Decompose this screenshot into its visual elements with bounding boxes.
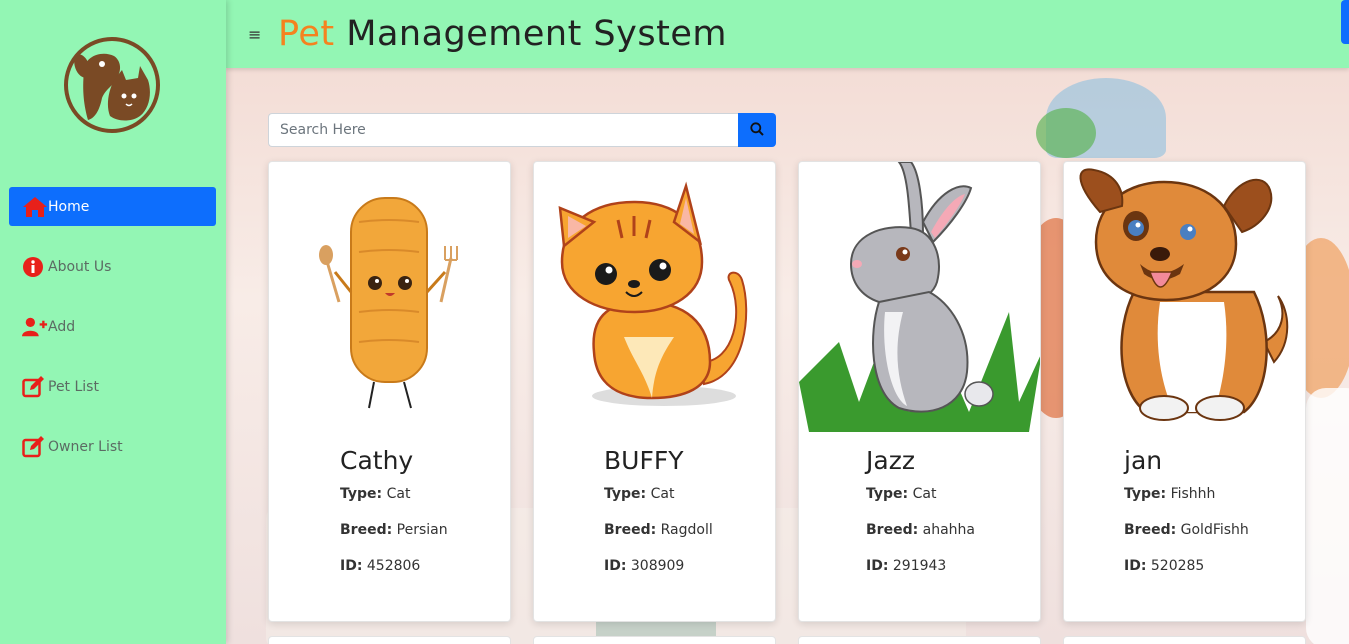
top-header: ≡ Pet Management System [226,0,1349,68]
edit-icon [22,374,48,400]
pet-breed: Breed: ahahha [866,522,975,538]
pet-name: BUFFY [604,446,684,475]
header-edge-button[interactable] [1341,0,1349,44]
pet-card[interactable]: Cathy Type: Cat Breed: Persian ID: 45280… [268,161,511,622]
edit-icon [22,434,48,460]
pet-type: Type: Cat [340,486,411,502]
pet-name: Jazz [866,446,915,475]
pet-card[interactable]: BUFFY Type: Cat Breed: Ragdoll ID: 30890… [533,161,776,622]
sidebar: Home About Us Add Pet List Owner List [0,0,226,644]
page-title-accent: Pet [278,14,335,54]
pet-breed: Breed: GoldFishh [1124,522,1249,538]
pet-image-dog [1064,162,1305,437]
home-icon [22,194,48,220]
pet-logo[interactable] [62,36,162,134]
search-icon [750,121,764,139]
pet-card-next-row[interactable] [533,636,776,644]
menu-icon[interactable]: ≡ [248,25,264,44]
page-title-rest: Management System [334,14,727,54]
pet-id: ID: 520285 [1124,558,1205,574]
add-user-icon [22,314,48,340]
pet-name: jan [1124,446,1163,475]
search-button[interactable] [738,113,776,147]
sidebar-item-label: Home [48,198,90,215]
sidebar-item-label: About Us [48,258,112,275]
sidebar-item-pet-list[interactable]: Pet List [9,367,216,406]
sidebar-item-owner-list[interactable]: Owner List [9,427,216,466]
search-bar [268,113,776,147]
pet-image-rabbit [799,162,1040,437]
search-input[interactable] [268,113,738,147]
pet-id: ID: 452806 [340,558,421,574]
pet-type: Type: Cat [866,486,937,502]
sidebar-item-home[interactable]: Home [9,187,216,226]
sidebar-item-label: Owner List [48,438,123,455]
pet-id: ID: 308909 [604,558,685,574]
sidebar-item-about-us[interactable]: About Us [9,247,216,286]
pet-breed: Breed: Persian [340,522,448,538]
pet-card[interactable]: jan Type: Fishhh Breed: GoldFishh ID: 52… [1063,161,1306,622]
pet-breed: Breed: Ragdoll [604,522,713,538]
pet-image-churro [269,162,510,437]
sidebar-item-add[interactable]: Add [9,307,216,346]
pet-card[interactable]: Jazz Type: Cat Breed: ahahha ID: 291943 [798,161,1041,622]
pet-image-cat [534,162,775,437]
info-icon [22,254,48,280]
pet-card-next-row[interactable] [798,636,1041,644]
pet-type: Type: Cat [604,486,675,502]
pet-name: Cathy [340,446,414,475]
pet-type: Type: Fishhh [1124,486,1216,502]
sidebar-item-label: Pet List [48,378,99,395]
sidebar-item-label: Add [48,318,76,335]
page-title: Pet Management System [278,14,727,54]
pet-id: ID: 291943 [866,558,947,574]
pet-card-next-row[interactable] [268,636,511,644]
pet-card-next-row[interactable] [1063,636,1306,644]
